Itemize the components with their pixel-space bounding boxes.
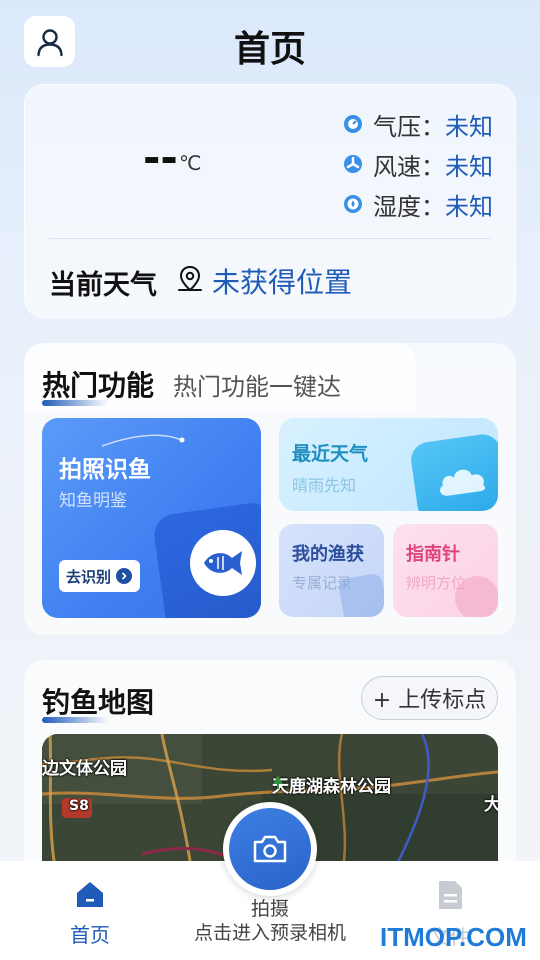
go-identify-label: 去识别 xyxy=(66,567,112,586)
hot-title-underline xyxy=(42,400,108,406)
recent-weather-sub: 晴雨先知 xyxy=(292,476,357,495)
wind-icon xyxy=(344,155,362,173)
weather-card: -- ℃ 气压： 未知 风速： 未知 湿度： 未知 当前天气 未获得位置 xyxy=(24,84,516,318)
pressure-label: 气压： xyxy=(373,112,445,141)
map-title-underline xyxy=(42,717,108,723)
book-icon xyxy=(337,572,384,617)
my-catch-card[interactable]: 我的渔获 专属记录 xyxy=(279,524,384,617)
fishing-map-title: 钓鱼地图 xyxy=(42,686,155,719)
page-title: 首页 xyxy=(233,29,306,70)
nav-home-label: 首页 xyxy=(70,923,110,947)
camera-sublabel: 点击进入预录相机 xyxy=(193,922,346,944)
wind-value: 未知 xyxy=(445,152,493,181)
pressure-metric: 气压： 未知 xyxy=(343,109,493,141)
fish-icon xyxy=(190,530,256,596)
upload-marker-button[interactable]: + 上传标点 xyxy=(361,676,498,720)
pressure-icon xyxy=(344,115,362,133)
current-weather-label: 当前天气 xyxy=(49,270,157,301)
cloud-icon xyxy=(408,432,498,511)
map-label-park: 边文体公园 xyxy=(42,759,127,779)
wind-label: 风速： xyxy=(373,152,445,181)
location-status[interactable]: 未获得位置 xyxy=(212,261,352,301)
humidity-label: 湿度： xyxy=(373,192,445,221)
humidity-value: 未知 xyxy=(445,192,493,221)
top-bar: 首页 xyxy=(0,0,540,84)
camera-button-inner xyxy=(229,808,311,890)
weather-divider xyxy=(49,238,491,239)
map-label-highway: S8 xyxy=(69,798,89,814)
chevron-right-icon xyxy=(116,568,133,584)
temperature-unit: ℃ xyxy=(179,151,202,175)
temperature-value: -- xyxy=(143,133,178,182)
humidity-icon xyxy=(344,195,362,213)
camera-button[interactable] xyxy=(223,802,317,896)
nav-home[interactable]: 首页 xyxy=(40,879,140,948)
pressure-value: 未知 xyxy=(445,112,493,141)
wind-metric: 风速： 未知 xyxy=(343,149,493,181)
compass-card[interactable]: 指南针 辨明方位 xyxy=(393,524,498,617)
fish-recognition-title: 拍照识鱼 xyxy=(59,457,151,483)
fish-recognition-card[interactable]: 拍照识鱼 知鱼明鉴 去识别 xyxy=(42,418,261,618)
file-icon xyxy=(439,881,462,909)
compass-title: 指南针 xyxy=(406,544,460,565)
hot-features-title: 热门功能 xyxy=(42,369,155,402)
map-label-forest-park: 天鹿湖森林公园 xyxy=(272,777,391,797)
tree-icon xyxy=(273,775,283,789)
home-icon xyxy=(77,882,103,907)
watermark-logo: ITMOP.COM xyxy=(380,922,527,952)
my-catch-title: 我的渔获 xyxy=(292,544,364,565)
camera-label: 拍摄 xyxy=(250,898,289,920)
humidity-metric: 湿度： 未知 xyxy=(343,189,493,221)
hot-features-subtitle: 热门功能一键达 xyxy=(173,373,341,401)
fish-recognition-sub: 知鱼明鉴 xyxy=(59,491,127,511)
recent-weather-title: 最近天气 xyxy=(292,443,369,465)
go-identify-button[interactable]: 去识别 xyxy=(59,560,140,592)
recent-weather-card[interactable]: 最近天气 晴雨先知 xyxy=(279,418,498,511)
location-pin-icon xyxy=(178,265,202,292)
camera-icon xyxy=(253,835,287,863)
map-label-edge: 大 xyxy=(484,795,498,815)
